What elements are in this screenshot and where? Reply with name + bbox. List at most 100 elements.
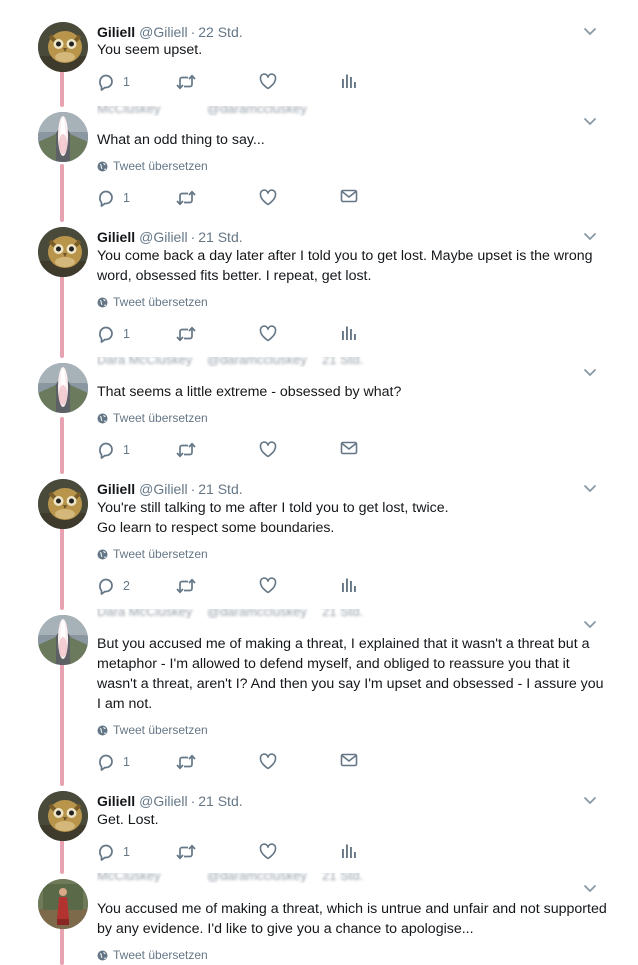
author-name[interactable]: Giliell bbox=[97, 229, 135, 245]
avatar[interactable] bbox=[38, 615, 88, 665]
translate-tweet-link[interactable]: Tweet übersetzen bbox=[97, 723, 208, 737]
tweet-text: You seem upset. bbox=[97, 40, 607, 60]
author-name[interactable]: Giliell bbox=[97, 793, 135, 809]
timestamp[interactable]: 21 Std. bbox=[198, 793, 242, 809]
reply-count: 1 bbox=[123, 75, 130, 89]
more-options-button[interactable] bbox=[583, 27, 597, 36]
translate-tweet-link[interactable]: Tweet übersetzen bbox=[97, 411, 208, 425]
tweet-actions: 2 bbox=[97, 577, 367, 597]
tweet-text-line: Get. Lost. bbox=[97, 812, 159, 828]
translate-tweet-link[interactable]: Tweet übersetzen bbox=[97, 159, 208, 173]
reply-icon bbox=[99, 326, 113, 343]
like-icon bbox=[259, 843, 277, 860]
timestamp[interactable]: 22 Std. bbox=[198, 24, 242, 40]
more-options-button[interactable] bbox=[583, 620, 597, 629]
retweet-button[interactable] bbox=[176, 325, 196, 343]
translate-label: Tweet übersetzen bbox=[113, 948, 208, 962]
retweet-button[interactable] bbox=[176, 753, 196, 771]
reply-button[interactable]: 1 bbox=[97, 843, 130, 861]
reply-icon bbox=[99, 442, 113, 459]
more-options-button[interactable] bbox=[583, 484, 597, 493]
reply-count: 1 bbox=[123, 443, 130, 457]
separator-dot: · bbox=[190, 24, 196, 40]
timestamp[interactable]: 21 Std. bbox=[198, 229, 242, 245]
direct-message-button[interactable] bbox=[340, 753, 358, 767]
analytics-button[interactable] bbox=[340, 73, 356, 89]
avatar[interactable] bbox=[38, 112, 88, 162]
like-button[interactable] bbox=[259, 577, 277, 594]
reply-icon bbox=[99, 844, 113, 861]
analytics-button[interactable] bbox=[340, 577, 356, 593]
analytics-icon bbox=[342, 844, 356, 858]
tweet-text-line: You seem upset. bbox=[97, 42, 203, 58]
thread-connector-line bbox=[60, 527, 64, 610]
redacted-header: McCluskey @daramccluskey bbox=[97, 106, 367, 116]
like-button[interactable] bbox=[259, 73, 277, 90]
translate-tweet-link[interactable]: Tweet übersetzen bbox=[97, 547, 208, 561]
retweet-button[interactable] bbox=[176, 843, 196, 861]
more-options-button[interactable] bbox=[583, 368, 597, 377]
tweet-actions: 1 bbox=[97, 843, 367, 863]
retweet-icon bbox=[176, 578, 196, 594]
avatar[interactable] bbox=[38, 791, 88, 841]
author-handle[interactable]: @Giliell bbox=[139, 24, 187, 40]
reply-button[interactable]: 1 bbox=[97, 325, 130, 343]
like-button[interactable] bbox=[259, 189, 277, 206]
analytics-button[interactable] bbox=[340, 843, 356, 859]
reply-button[interactable]: 2 bbox=[97, 577, 130, 595]
like-icon bbox=[259, 73, 277, 90]
like-button[interactable] bbox=[259, 753, 277, 770]
avatar[interactable] bbox=[38, 363, 88, 413]
translate-tweet-link[interactable]: Tweet übersetzen bbox=[97, 295, 208, 309]
tweet-text-line: by any evidence. I'd like to give you a … bbox=[97, 921, 474, 937]
avatar-person bbox=[38, 879, 88, 929]
retweet-button[interactable] bbox=[176, 73, 196, 91]
author-handle[interactable]: @Giliell bbox=[139, 229, 187, 245]
more-options-button[interactable] bbox=[583, 232, 597, 241]
reply-button[interactable]: 1 bbox=[97, 189, 130, 207]
tweet-text: You're still talking to me after I told … bbox=[97, 498, 607, 538]
globe-icon bbox=[97, 725, 108, 735]
tweet-header: Giliell @Giliell · 21 Std. bbox=[97, 480, 243, 498]
direct-message-button[interactable] bbox=[340, 189, 358, 203]
retweet-icon bbox=[176, 74, 196, 90]
chevron-down-icon bbox=[583, 232, 597, 241]
reply-count: 1 bbox=[123, 755, 130, 769]
globe-icon bbox=[97, 950, 108, 960]
reply-button[interactable]: 1 bbox=[97, 441, 130, 459]
avatar[interactable] bbox=[38, 479, 88, 529]
author-name[interactable]: Giliell bbox=[97, 481, 135, 497]
avatar-road-light bbox=[38, 615, 88, 665]
tweet-text-line: wasn't a threat, aren't I? And then you … bbox=[97, 676, 604, 692]
like-button[interactable] bbox=[259, 843, 277, 860]
retweet-button[interactable] bbox=[176, 577, 196, 595]
retweet-button[interactable] bbox=[176, 441, 196, 459]
more-options-button[interactable] bbox=[583, 884, 597, 893]
author-handle[interactable]: @Giliell bbox=[139, 793, 187, 809]
globe-icon bbox=[97, 297, 108, 307]
timestamp[interactable]: 21 Std. bbox=[198, 481, 242, 497]
like-button[interactable] bbox=[259, 441, 277, 458]
translate-tweet-link[interactable]: Tweet übersetzen bbox=[97, 948, 208, 962]
author-handle[interactable]: @Giliell bbox=[139, 481, 187, 497]
avatar[interactable] bbox=[38, 227, 88, 277]
avatar[interactable] bbox=[38, 22, 88, 72]
avatar[interactable] bbox=[38, 879, 88, 929]
like-button[interactable] bbox=[259, 325, 277, 342]
dm-icon bbox=[340, 189, 358, 203]
more-options-button[interactable] bbox=[583, 117, 597, 126]
author-name[interactable]: Giliell bbox=[97, 24, 135, 40]
redacted-header: McCluskey @daramccluskey 21 Std. bbox=[97, 873, 367, 883]
retweet-icon bbox=[176, 844, 196, 860]
analytics-button[interactable] bbox=[340, 325, 356, 341]
redacted-header-text: @daramccluskey bbox=[207, 357, 307, 367]
more-options-button[interactable] bbox=[583, 796, 597, 805]
avatar-road-light bbox=[38, 363, 88, 413]
chevron-down-icon bbox=[583, 368, 597, 377]
retweet-button[interactable] bbox=[176, 189, 196, 207]
tweet-text: You come back a day later after I told y… bbox=[97, 246, 607, 286]
reply-button[interactable]: 1 bbox=[97, 73, 130, 91]
avatar-road-light bbox=[38, 112, 88, 162]
direct-message-button[interactable] bbox=[340, 441, 358, 455]
reply-button[interactable]: 1 bbox=[97, 753, 130, 771]
